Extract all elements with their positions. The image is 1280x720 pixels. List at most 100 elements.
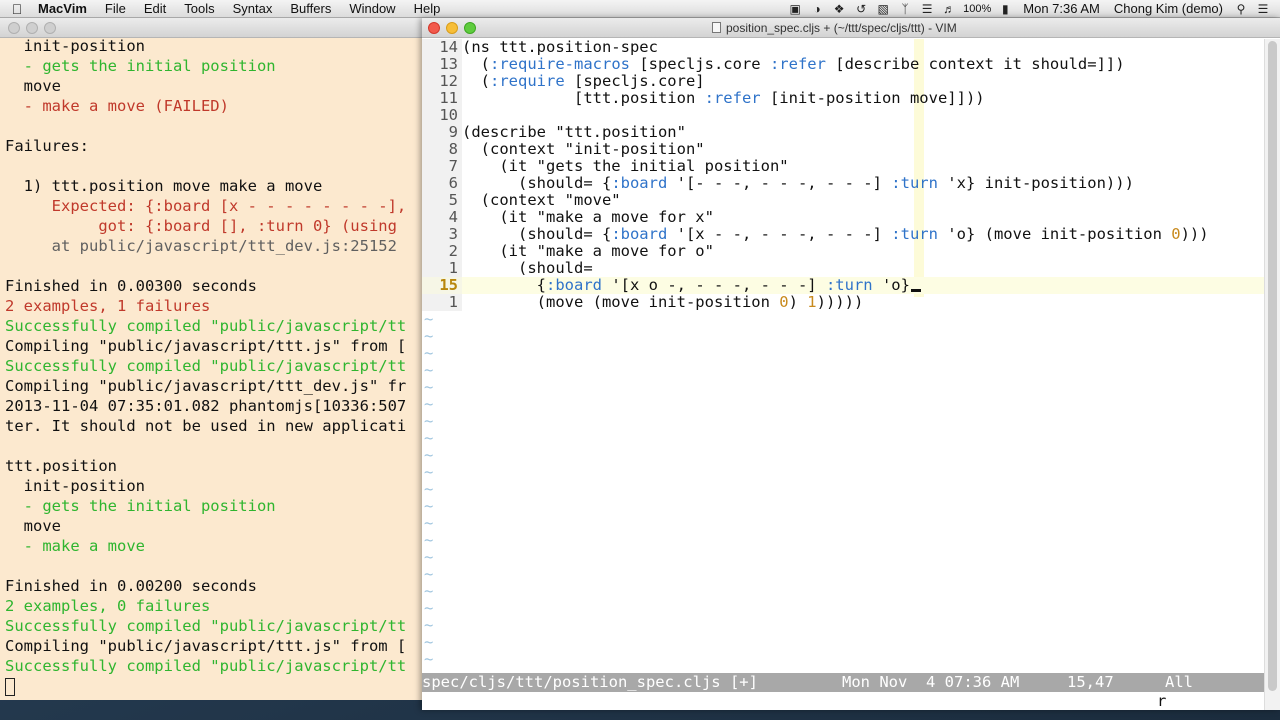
display-icon[interactable]: ▧ <box>872 2 894 16</box>
terminal-line: init-position <box>5 477 145 495</box>
menu-file[interactable]: File <box>96 1 135 16</box>
terminal-line: at public/javascript/ttt_dev.js:25152 <box>5 237 397 255</box>
terminal-line: 2 examples, 0 failures <box>5 597 211 615</box>
code-text: (context "move" <box>462 191 621 209</box>
terminal-line: move <box>5 517 61 535</box>
terminal-line: ter. It should not be used in new applic… <box>5 417 407 435</box>
tilde-marker: ~ <box>424 599 434 617</box>
tilde-marker: ~ <box>424 650 434 668</box>
terminal-line: 2013-11-04 07:35:01.082 phantomjs[10336:… <box>5 397 407 415</box>
vim-cursor <box>911 276 921 292</box>
menu-tools[interactable]: Tools <box>175 1 223 16</box>
vim-command-line[interactable]: r <box>422 692 1264 710</box>
screen-record-icon[interactable]: ▣ <box>784 2 806 16</box>
vim-line[interactable]: 8 (context "init-position" <box>422 141 1280 158</box>
line-number: 6 <box>422 175 462 192</box>
battery-percent: 100% <box>963 2 992 15</box>
code-text: (ns ttt.position-spec <box>462 38 658 56</box>
terminal-line: got: {:board [], :turn 0} (using <box>5 217 397 235</box>
tilde-marker: ~ <box>424 582 434 600</box>
terminal-window[interactable]: init-position - gets the initial positio… <box>0 18 422 700</box>
vim-statusline: spec/cljs/ttt/position_spec.cljs [+] Mon… <box>422 673 1264 692</box>
vim-line[interactable]: 2 (it "make a move for o" <box>422 243 1280 260</box>
vim-line[interactable]: 5 (context "move" <box>422 192 1280 209</box>
status-scroll: All <box>1165 673 1193 691</box>
tilde-marker: ~ <box>424 548 434 566</box>
code-text: (context "init-position" <box>462 140 705 158</box>
vim-line[interactable]: 13 (:require-macros [specljs.core :refer… <box>422 56 1280 73</box>
vim-empty-line: ~ <box>422 651 1280 668</box>
vim-line[interactable]: 6 (should= {:board '[- - -, - - -, - - -… <box>422 175 1280 192</box>
vim-empty-line: ~ <box>422 566 1280 583</box>
time-machine-icon[interactable]: ↺ <box>850 2 872 16</box>
vim-line[interactable]: 9 (describe "ttt.position" <box>422 124 1280 141</box>
line-number: 15 <box>422 277 462 294</box>
macvim-window[interactable]: position_spec.cljs + (~/ttt/spec/cljs/tt… <box>422 18 1280 710</box>
vim-minimize-button[interactable] <box>446 22 458 34</box>
vim-line[interactable]: 1 (should= <box>422 260 1280 277</box>
vim-zoom-button[interactable] <box>464 22 476 34</box>
vim-scrollbar-thumb[interactable] <box>1268 41 1277 691</box>
terminal-line: - gets the initial position <box>5 57 276 75</box>
tilde-marker: ~ <box>424 514 434 532</box>
tilde-marker: ~ <box>424 327 434 345</box>
terminal-line: Failures: <box>5 137 89 155</box>
vim-scrollbar[interactable] <box>1264 39 1280 710</box>
code-text: (:require-macros [specljs.core :refer [d… <box>462 55 1125 73</box>
spotlight-search-icon[interactable]: ⚲ <box>1230 2 1252 16</box>
vim-line[interactable]: 10 <box>422 107 1280 124</box>
tilde-marker: ~ <box>424 361 434 379</box>
menu-window[interactable]: Window <box>340 1 404 16</box>
vim-line[interactable]: 11 [ttt.position :refer [init-position m… <box>422 90 1280 107</box>
volume-icon[interactable]: ♬ <box>938 2 960 16</box>
vim-title: position_spec.cljs + (~/ttt/spec/cljs/tt… <box>712 18 957 38</box>
notification-center-icon[interactable]: ☰ <box>1252 2 1274 16</box>
terminal-line: Expected: {:board [x - - - - - - - -], <box>5 197 407 215</box>
vim-line[interactable]: 4 (it "make a move for x" <box>422 209 1280 226</box>
status-position: 15,47 <box>1067 673 1114 691</box>
vim-line[interactable]: 3 (should= {:board '[x - -, - - -, - - -… <box>422 226 1280 243</box>
creative-cloud-icon[interactable]: ◑ <box>806 2 828 16</box>
terminal-line: - make a move <box>5 537 145 555</box>
terminal-line: Compiling "public/javascript/ttt_dev.js"… <box>5 377 407 395</box>
status-date: Mon Nov 4 07:36 AM <box>842 673 1020 691</box>
line-number: 2 <box>422 243 462 260</box>
wifi-icon[interactable]: ☰ <box>916 2 938 16</box>
tilde-marker: ~ <box>424 497 434 515</box>
vim-buffer[interactable]: 14 (ns ttt.position-spec 13 (:require-macr… <box>422 39 1280 668</box>
tilde-marker: ~ <box>424 633 434 651</box>
vim-current-line[interactable]: 15 {:board '[x o -, - - -, - - -] :turn … <box>422 277 1280 294</box>
line-number: 11 <box>422 90 462 107</box>
menu-syntax[interactable]: Syntax <box>224 1 282 16</box>
vim-line[interactable]: 12 (:require [specljs.core] <box>422 73 1280 90</box>
vim-line[interactable]: 7 (it "gets the initial position" <box>422 158 1280 175</box>
line-number: 8 <box>422 141 462 158</box>
menu-app-name[interactable]: MacVim <box>34 1 96 16</box>
menu-buffers[interactable]: Buffers <box>281 1 340 16</box>
menu-help[interactable]: Help <box>405 1 450 16</box>
terminal-close-button[interactable] <box>8 22 20 34</box>
vim-line[interactable]: 14 (ns ttt.position-spec <box>422 39 1280 56</box>
menu-edit[interactable]: Edit <box>135 1 175 16</box>
tilde-marker: ~ <box>424 412 434 430</box>
line-number: 12 <box>422 73 462 90</box>
vim-titlebar[interactable]: position_spec.cljs + (~/ttt/spec/cljs/tt… <box>422 18 1280 38</box>
bluetooth-icon[interactable]: ᛉ <box>894 2 916 16</box>
menu-clock[interactable]: Mon 7:36 AM <box>1016 1 1107 16</box>
terminal-minimize-button[interactable] <box>26 22 38 34</box>
dropbox-icon[interactable]: ❖ <box>828 2 850 16</box>
tilde-marker: ~ <box>424 446 434 464</box>
vim-close-button[interactable] <box>428 22 440 34</box>
apple-icon[interactable]:  <box>0 1 34 17</box>
menu-user[interactable]: Chong Kim (demo) <box>1107 1 1230 16</box>
cmdline-pending: r <box>1157 692 1167 710</box>
terminal-zoom-button[interactable] <box>44 22 56 34</box>
line-number: 9 <box>422 124 462 141</box>
battery-icon[interactable]: ▮ <box>994 2 1016 16</box>
vim-line[interactable]: 1 (move (move init-position 0) 1))))) <box>422 294 1280 311</box>
terminal-line: Successfully compiled "public/javascript… <box>5 357 407 375</box>
tilde-marker: ~ <box>424 616 434 634</box>
code-text: (move (move init-position 0) 1))))) <box>462 293 864 311</box>
terminal-titlebar[interactable] <box>0 18 422 38</box>
